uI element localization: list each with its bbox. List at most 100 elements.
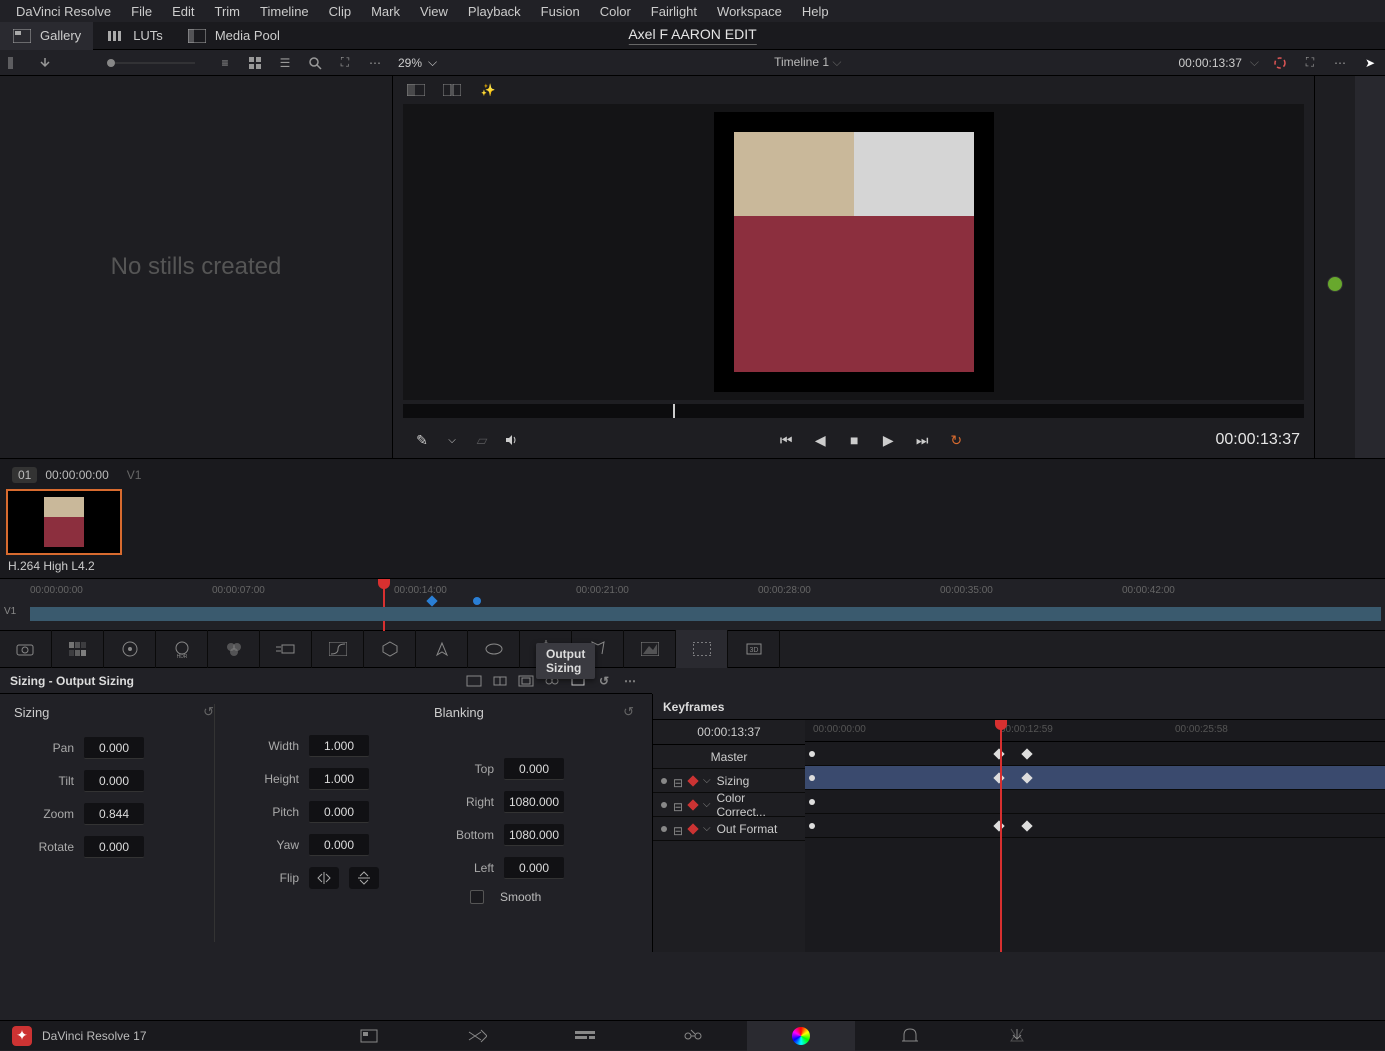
menu-mark[interactable]: Mark bbox=[361, 0, 410, 23]
project-name[interactable]: Axel F AARON EDIT bbox=[628, 26, 756, 45]
still-sort-icon[interactable] bbox=[0, 50, 30, 76]
node-indicator[interactable] bbox=[1327, 276, 1343, 292]
flip-v-button[interactable] bbox=[349, 867, 379, 889]
sizing-mode-1-icon[interactable] bbox=[462, 671, 486, 691]
pitch-input[interactable] bbox=[309, 801, 369, 823]
flip-h-button[interactable] bbox=[309, 867, 339, 889]
gallery-toggle[interactable]: Gallery bbox=[0, 22, 93, 50]
lock-icon[interactable]: ⊟ bbox=[673, 824, 683, 834]
list-icon[interactable]: ☰ bbox=[270, 50, 300, 76]
loop-button[interactable]: ↻ bbox=[941, 425, 971, 455]
bypass-icon[interactable] bbox=[1265, 50, 1295, 76]
enable-dot[interactable] bbox=[661, 778, 667, 784]
menu-edit[interactable]: Edit bbox=[162, 0, 204, 23]
stop-button[interactable]: ■ bbox=[839, 425, 869, 455]
viewer-timecode[interactable]: 00:00:13:37 bbox=[1170, 56, 1249, 70]
timeline-dropdown[interactable]: Timeline 1 ⌵ bbox=[445, 55, 1170, 70]
sizing-mode-5-icon[interactable]: Output Sizing bbox=[566, 671, 590, 691]
expand-icon[interactable]: ⛶ bbox=[330, 50, 360, 76]
keyframe-icon[interactable] bbox=[687, 799, 698, 810]
edit-page-button[interactable] bbox=[531, 1021, 639, 1051]
transport-timecode[interactable]: 00:00:13:37 bbox=[1215, 431, 1300, 449]
reverse-play-button[interactable]: ◀ bbox=[805, 425, 835, 455]
clip-thumbnail[interactable] bbox=[6, 489, 122, 555]
sizing-mode-2-icon[interactable] bbox=[488, 671, 512, 691]
yaw-input[interactable] bbox=[309, 834, 369, 856]
more-icon[interactable]: ⋯ bbox=[1325, 50, 1355, 76]
viewer-canvas[interactable] bbox=[403, 104, 1304, 400]
pointer-icon[interactable]: ➤ bbox=[1355, 50, 1385, 76]
color-wheels-icon[interactable] bbox=[104, 630, 156, 668]
chevron-down-icon[interactable]: ⌵ bbox=[703, 823, 711, 834]
tilt-input[interactable] bbox=[84, 770, 144, 792]
menu-fusion[interactable]: Fusion bbox=[531, 0, 590, 23]
pan-input[interactable] bbox=[84, 737, 144, 759]
bottom-input[interactable] bbox=[504, 824, 564, 846]
chevron-down-icon[interactable]: ⌵ bbox=[703, 775, 711, 786]
key-icon[interactable] bbox=[676, 630, 728, 668]
more-icon[interactable]: ⋯ bbox=[360, 50, 390, 76]
mini-timeline[interactable]: 00:00:00:00 00:00:07:00 00:00:14:00 00:0… bbox=[0, 578, 1385, 630]
fusion-page-button[interactable] bbox=[639, 1021, 747, 1051]
left-input[interactable] bbox=[504, 857, 564, 879]
lock-icon[interactable]: ⊟ bbox=[673, 776, 683, 786]
reset-icon[interactable]: ↺ bbox=[623, 704, 634, 720]
curves-icon[interactable] bbox=[312, 630, 364, 668]
menu-help[interactable]: Help bbox=[792, 0, 839, 23]
menu-workspace[interactable]: Workspace bbox=[707, 0, 792, 23]
mini-v1-track[interactable] bbox=[30, 607, 1381, 621]
luts-toggle[interactable]: LUTs bbox=[93, 22, 175, 50]
blur-icon[interactable] bbox=[624, 630, 676, 668]
rotate-input[interactable] bbox=[84, 836, 144, 858]
reset-icon[interactable]: ↺ bbox=[592, 671, 616, 691]
grab-still-icon[interactable] bbox=[30, 50, 60, 76]
fullscreen-icon[interactable]: ⛶ bbox=[1295, 50, 1325, 76]
lock-icon[interactable]: ⊟ bbox=[673, 800, 683, 810]
unmix-icon[interactable]: ▱ bbox=[467, 425, 497, 455]
chevron-down-icon[interactable]: ⌵ bbox=[703, 799, 711, 810]
search-icon[interactable] bbox=[300, 50, 330, 76]
motion-effects-icon[interactable] bbox=[260, 630, 312, 668]
menu-file[interactable]: File bbox=[121, 0, 162, 23]
keyframe-marker[interactable] bbox=[809, 799, 815, 805]
keyframe-marker[interactable] bbox=[993, 772, 1004, 783]
kf-outformat-row[interactable]: ⊟⌵Out Format bbox=[653, 817, 805, 841]
grid-icon[interactable] bbox=[240, 50, 270, 76]
thumbnail-slider[interactable] bbox=[100, 50, 200, 76]
keyframe-marker[interactable] bbox=[993, 748, 1004, 759]
camera-raw-icon[interactable] bbox=[0, 630, 52, 668]
mini-ruler[interactable]: 00:00:00:00 00:00:07:00 00:00:14:00 00:0… bbox=[0, 579, 1385, 607]
window-icon[interactable] bbox=[468, 630, 520, 668]
zoom-input[interactable] bbox=[84, 803, 144, 825]
keyframe-marker[interactable] bbox=[1021, 772, 1032, 783]
rgb-mixer-icon[interactable] bbox=[208, 630, 260, 668]
keyframe-marker[interactable] bbox=[1021, 748, 1032, 759]
viewer-scrubber[interactable] bbox=[403, 404, 1304, 418]
hdr-icon[interactable]: HDR bbox=[156, 630, 208, 668]
kf-sizing-row[interactable]: ⊟⌵Sizing bbox=[653, 769, 805, 793]
menu-davinci[interactable]: DaVinci Resolve bbox=[6, 0, 121, 23]
media-page-button[interactable] bbox=[315, 1021, 423, 1051]
menu-clip[interactable]: Clip bbox=[319, 0, 361, 23]
keyframe-marker[interactable] bbox=[809, 823, 815, 829]
keyframe-marker[interactable] bbox=[993, 820, 1004, 831]
kf-playhead[interactable] bbox=[1000, 720, 1002, 952]
enable-dot[interactable] bbox=[661, 802, 667, 808]
reset-icon[interactable]: ↺ bbox=[203, 704, 214, 720]
keyframe-timeline[interactable]: 00:00:00:00 00:00:12:59 00:00:25:58 bbox=[805, 720, 1385, 952]
picker-icon[interactable]: ✎ bbox=[407, 425, 437, 455]
menu-timeline[interactable]: Timeline bbox=[250, 0, 319, 23]
chevron-down-icon[interactable]: ⌵ bbox=[437, 425, 467, 455]
sizing-mode-3-icon[interactable] bbox=[514, 671, 538, 691]
kf-colorcorrect-row[interactable]: ⊟⌵Color Correct... bbox=[653, 793, 805, 817]
keyframe-marker[interactable] bbox=[809, 775, 815, 781]
menu-trim[interactable]: Trim bbox=[205, 0, 251, 23]
kf-master-row[interactable]: Master bbox=[653, 745, 805, 769]
color-warper-icon[interactable] bbox=[364, 630, 416, 668]
keyframe-icon[interactable] bbox=[687, 823, 698, 834]
marker-icon[interactable] bbox=[473, 597, 481, 605]
color-checker-icon[interactable] bbox=[52, 630, 104, 668]
mediapool-toggle[interactable]: Media Pool bbox=[175, 22, 292, 50]
cut-page-button[interactable] bbox=[423, 1021, 531, 1051]
prev-clip-button[interactable]: ⏮ bbox=[771, 425, 801, 455]
